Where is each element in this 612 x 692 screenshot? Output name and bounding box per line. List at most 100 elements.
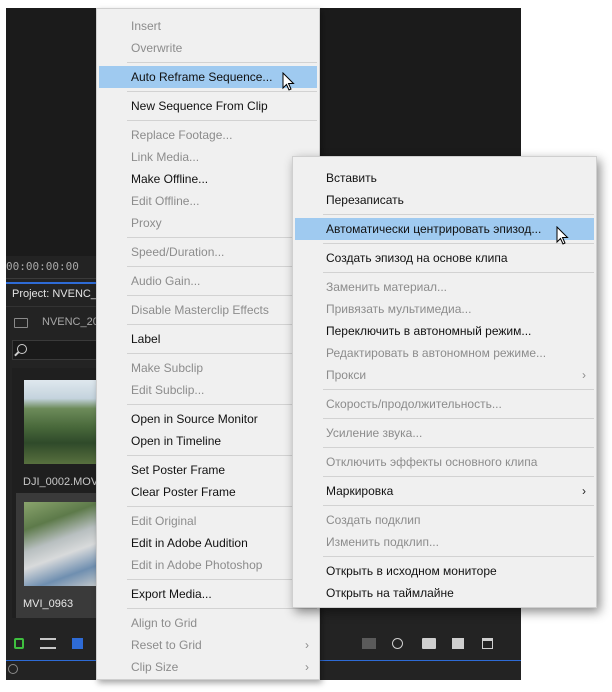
bin-name: NVENC_20	[42, 316, 99, 328]
menu-separator	[293, 415, 596, 422]
clip-thumbnail[interactable]	[24, 502, 102, 586]
menu-separator	[97, 401, 319, 408]
menu-item-label: Открыть в исходном мониторе	[326, 564, 497, 578]
list-view-icon[interactable]	[40, 638, 56, 649]
menu-item-ru-item-21[interactable]: Создать подклип	[293, 509, 596, 531]
menu-separator	[97, 576, 319, 583]
menu-item-ru-item-11[interactable]: Прокси ›	[293, 364, 596, 386]
menu-item-label: Прокси	[326, 368, 367, 382]
chevron-right-icon: ›	[305, 638, 309, 652]
search-icon	[17, 344, 27, 354]
menu-item-label: Set Poster Frame	[131, 463, 226, 477]
menu-item-label: Открыть на таймлайне	[326, 586, 454, 600]
menu-item-edit-subclip[interactable]: Edit Subclip...	[97, 379, 319, 401]
menu-item-speed-duration[interactable]: Speed/Duration...	[97, 241, 319, 263]
folder-icon	[14, 318, 28, 328]
mouse-cursor-icon	[556, 226, 570, 246]
lock-icon[interactable]	[14, 638, 24, 649]
menu-item-ru-item-9[interactable]: Переключить в автономный режим...	[293, 320, 596, 342]
menu-separator	[293, 444, 596, 451]
menu-item-label: Audio Gain...	[131, 274, 201, 288]
menu-item-open-in-source-monitor[interactable]: Open in Source Monitor	[97, 408, 319, 430]
menu-item-ru-item-25[interactable]: Открыть на таймлайне	[293, 582, 596, 604]
menu-item-ru-item-22[interactable]: Изменить подклип...	[293, 531, 596, 553]
menu-separator	[293, 553, 596, 560]
menu-item-reset-to-grid[interactable]: Reset to Grid ›	[97, 634, 319, 656]
mouse-cursor-icon	[282, 72, 296, 92]
menu-item-overwrite[interactable]: Overwrite	[97, 37, 319, 59]
menu-item-label: Overwrite	[131, 41, 183, 55]
menu-item-set-poster-frame[interactable]: Set Poster Frame	[97, 459, 319, 481]
menu-item-label: Make Subclip	[131, 361, 204, 375]
menu-item-label: Заменить материал...	[326, 280, 448, 294]
context-menu-russian: Вставить Перезаписать Автоматически центри…	[292, 156, 597, 608]
menu-item-label: Proxy	[131, 216, 162, 230]
trash-icon[interactable]	[482, 638, 493, 649]
menu-item-ru-item-1[interactable]: Перезаписать	[293, 189, 596, 211]
menu-item-edit-in-adobe-photoshop[interactable]: Edit in Adobe Photoshop	[97, 554, 319, 576]
menu-item-edit-offline[interactable]: Edit Offline...	[97, 190, 319, 212]
clip-thumbnail[interactable]	[24, 380, 102, 464]
menu-item-make-offline[interactable]: Make Offline...	[97, 168, 319, 190]
menu-item-replace-footage[interactable]: Replace Footage...	[97, 124, 319, 146]
menu-item-edit-in-adobe-audition[interactable]: Edit in Adobe Audition	[97, 532, 319, 554]
menu-item-label: Edit Original	[131, 514, 197, 528]
menu-separator	[97, 503, 319, 510]
status-icon	[8, 664, 18, 674]
chevron-right-icon: ›	[582, 484, 586, 498]
menu-item-label: Disable Masterclip Effects	[131, 303, 269, 317]
menu-item-label: Скорость/продолжительность...	[326, 397, 502, 411]
menu-separator	[97, 350, 319, 357]
menu-item-ru-item-5[interactable]: Создать эпизод на основе клипа	[293, 247, 596, 269]
menu-item-ru-item-10[interactable]: Редактировать в автономном режиме...	[293, 342, 596, 364]
icon-view-icon[interactable]	[72, 638, 83, 649]
menu-item-disable-masterclip-effects[interactable]: Disable Masterclip Effects	[97, 299, 319, 321]
menu-item-label: Изменить подклип...	[326, 535, 439, 549]
find-icon[interactable]	[392, 638, 403, 649]
menu-separator	[97, 452, 319, 459]
menu-item-new-sequence-from-clip[interactable]: New Sequence From Clip	[97, 95, 319, 117]
menu-item-label: Edit in Adobe Audition	[131, 536, 248, 550]
automate-to-sequence-icon[interactable]	[362, 638, 376, 649]
menu-item-label: Автоматически центрировать эпизод...	[326, 222, 542, 236]
menu-item-clear-poster-frame[interactable]: Clear Poster Frame	[97, 481, 319, 503]
project-tab[interactable]: Project: NVENC_	[6, 282, 106, 306]
menu-item-audio-gain[interactable]: Audio Gain...	[97, 270, 319, 292]
menu-item-export-media[interactable]: Export Media...	[97, 583, 319, 605]
new-bin-icon[interactable]	[422, 638, 436, 649]
project-search-input[interactable]	[12, 340, 106, 360]
menu-separator	[97, 605, 319, 612]
menu-item-label[interactable]: Label	[97, 328, 319, 350]
menu-item-clip-size[interactable]: Clip Size ›	[97, 656, 319, 678]
menu-item-label: Replace Footage...	[131, 128, 233, 142]
menu-item-label: Clear Poster Frame	[131, 485, 236, 499]
menu-item-ru-item-19[interactable]: Маркировка ›	[293, 480, 596, 502]
menu-separator	[97, 263, 319, 270]
menu-item-link-media[interactable]: Link Media...	[97, 146, 319, 168]
timecode-readout: 00:00:00:00	[6, 260, 79, 273]
menu-item-ru-item-0[interactable]: Вставить	[293, 167, 596, 189]
menu-item-align-to-grid[interactable]: Align to Grid	[97, 612, 319, 634]
menu-item-make-subclip[interactable]: Make Subclip	[97, 357, 319, 379]
menu-item-proxy[interactable]: Proxy	[97, 212, 319, 234]
menu-item-label: Open in Timeline	[131, 434, 222, 448]
menu-item-ru-item-13[interactable]: Скорость/продолжительность...	[293, 393, 596, 415]
menu-item-ru-item-17[interactable]: Отключить эффекты основного клипа	[293, 451, 596, 473]
menu-item-open-in-timeline[interactable]: Open in Timeline	[97, 430, 319, 452]
menu-item-ru-item-3[interactable]: Автоматически центрировать эпизод...	[295, 218, 594, 240]
menu-separator	[97, 292, 319, 299]
menu-item-label: Вставить	[326, 171, 377, 185]
menu-item-insert[interactable]: Insert	[97, 15, 319, 37]
menu-separator	[293, 269, 596, 276]
menu-item-edit-original[interactable]: Edit Original	[97, 510, 319, 532]
menu-item-ru-item-7[interactable]: Заменить материал...	[293, 276, 596, 298]
menu-item-label: New Sequence From Clip	[131, 99, 268, 113]
new-item-icon[interactable]	[452, 638, 464, 649]
clip-name: DJI_0002.MOV	[23, 476, 99, 488]
chevron-right-icon: ›	[582, 368, 586, 382]
menu-separator	[97, 321, 319, 328]
menu-item-ru-item-15[interactable]: Усиление звука...	[293, 422, 596, 444]
menu-separator	[97, 117, 319, 124]
menu-item-ru-item-8[interactable]: Привязать мультимедиа...	[293, 298, 596, 320]
menu-item-ru-item-24[interactable]: Открыть в исходном мониторе	[293, 560, 596, 582]
